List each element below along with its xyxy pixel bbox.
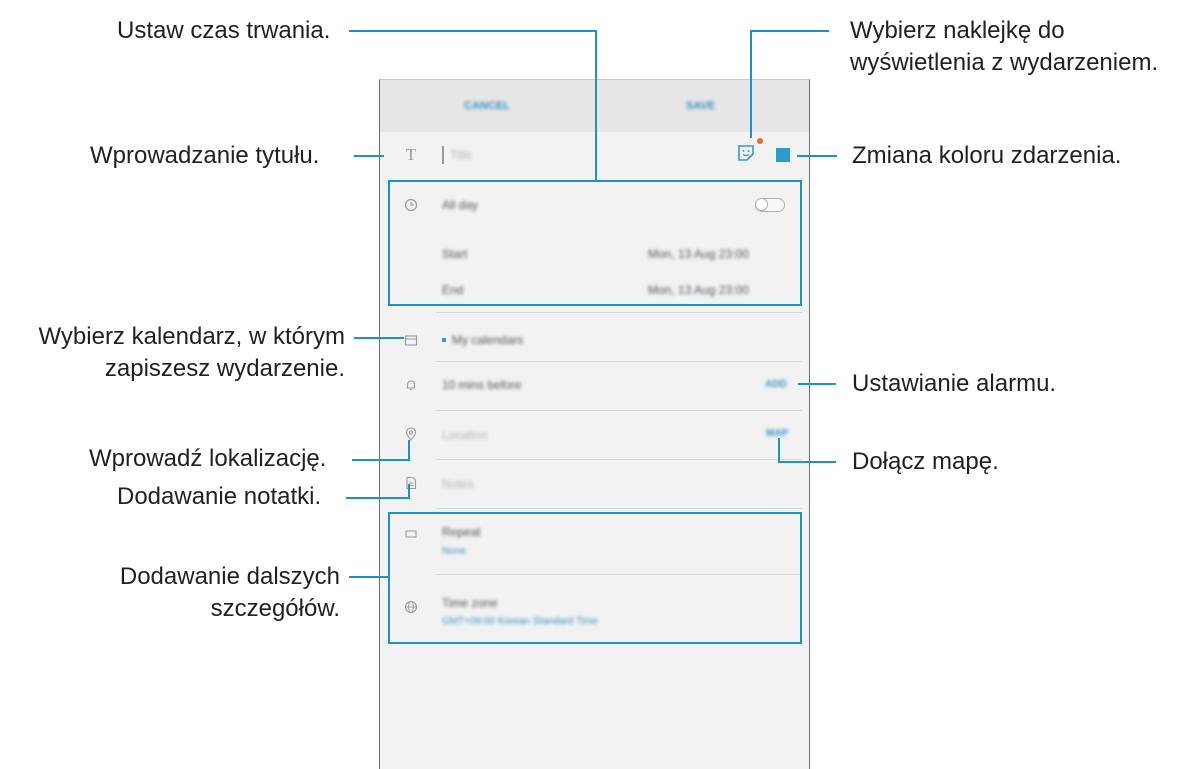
divider bbox=[436, 361, 802, 362]
text-cursor bbox=[442, 146, 444, 164]
callout-alarm: Ustawianie alarmu. bbox=[852, 370, 1057, 397]
leader-line bbox=[354, 337, 404, 339]
callout-more-details: Dodawanie dalszych szczegółów. bbox=[119, 563, 340, 622]
title-icon: T bbox=[405, 145, 417, 164]
reminder-value[interactable]: 10 mins before bbox=[442, 378, 521, 392]
leader-line bbox=[751, 30, 829, 32]
leader-line bbox=[408, 440, 410, 461]
divider bbox=[436, 312, 802, 313]
calendar-color-dot bbox=[442, 338, 446, 342]
add-alarm-button[interactable]: ADD bbox=[765, 379, 787, 390]
callout-color: Zmiana koloru zdarzenia. bbox=[852, 142, 1122, 169]
divider bbox=[436, 508, 802, 509]
notes-input[interactable]: Notes bbox=[442, 477, 473, 491]
leader-line bbox=[354, 155, 384, 157]
bell-icon bbox=[404, 378, 418, 392]
divider bbox=[436, 410, 802, 411]
sticker-new-badge bbox=[757, 138, 763, 144]
leader-line bbox=[798, 383, 836, 385]
leader-line bbox=[797, 155, 837, 157]
calendar-selector[interactable]: My calendars bbox=[452, 333, 523, 347]
leader-line bbox=[779, 461, 836, 463]
leader-line bbox=[408, 484, 410, 499]
callout-title-input: Wprowadzanie tytułu. bbox=[90, 142, 320, 169]
leader-line bbox=[349, 576, 389, 578]
details-highlight bbox=[388, 512, 802, 644]
sticker-icon[interactable] bbox=[736, 143, 756, 163]
event-color-button[interactable] bbox=[776, 148, 790, 162]
leader-line bbox=[349, 30, 597, 32]
leader-line bbox=[352, 459, 410, 461]
callout-map: Dołącz mapę. bbox=[852, 448, 999, 475]
location-pin-icon bbox=[404, 427, 418, 441]
save-button[interactable]: SAVE bbox=[686, 100, 715, 112]
note-icon bbox=[404, 476, 418, 490]
callout-note: Dodawanie notatki. bbox=[117, 483, 322, 510]
divider bbox=[436, 459, 802, 460]
title-input[interactable]: Title bbox=[450, 148, 472, 162]
leader-line bbox=[595, 30, 597, 180]
leader-line bbox=[750, 30, 752, 138]
duration-highlight bbox=[388, 180, 802, 306]
callout-duration: Ustaw czas trwania. bbox=[117, 17, 331, 44]
calendar-icon bbox=[404, 333, 418, 347]
callout-location: Wprowadź lokalizację. bbox=[89, 445, 327, 472]
callout-calendar: Wybierz kalendarz, w którym zapiszesz wy… bbox=[38, 323, 345, 382]
leader-line bbox=[778, 438, 780, 463]
callout-sticker: Wybierz naklejkę do wyświetlenia z wydar… bbox=[850, 17, 1159, 76]
leader-line bbox=[346, 497, 410, 499]
cancel-button[interactable]: CANCEL bbox=[464, 100, 510, 112]
location-input[interactable]: Location bbox=[442, 428, 487, 442]
